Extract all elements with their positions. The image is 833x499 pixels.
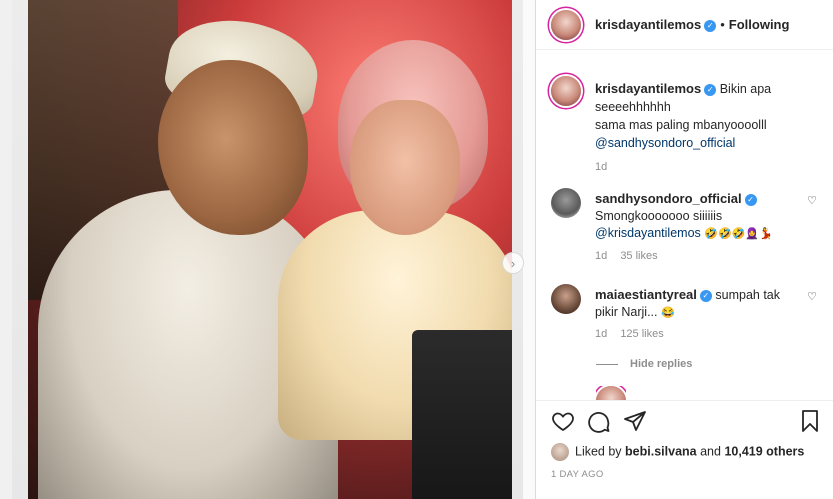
commenter-avatar[interactable]: [551, 284, 581, 314]
comment-mention-link[interactable]: @krisdayantilemos: [595, 226, 701, 240]
chevron-right-icon: ›: [510, 255, 516, 271]
post-header: krisdayantilemos ✓ • Following: [536, 0, 833, 50]
comment-body: Smongkooooooo siiiiiis: [595, 209, 723, 223]
photo-laptop: [412, 330, 512, 499]
comment-emojis: 😂: [661, 307, 675, 319]
hide-replies-label: Hide replies: [630, 358, 693, 370]
author-username-link[interactable]: krisdayantilemos: [595, 17, 701, 32]
share-icon[interactable]: [623, 409, 647, 433]
comment-emojis: 🤣🤣🤣🧕💃: [704, 228, 773, 240]
likes-prefix: Liked by: [575, 444, 622, 459]
comment-icon[interactable]: [587, 409, 611, 433]
caption-line-1: Bikin apa: [719, 82, 772, 96]
comment-meta: 1d 125 likes: [595, 328, 664, 340]
caption-line-3: sama mas paling mbanyoooolll: [595, 118, 767, 132]
replies-divider-line: [596, 363, 618, 365]
verified-badge-icon: ✓: [744, 193, 757, 206]
comment-text: maiaestiantyreal ✓ sumpah tak pikir Narji…: [595, 286, 795, 322]
post-action-bar: [536, 400, 833, 441]
photo-frame: [28, 0, 512, 499]
next-photo-button[interactable]: ›: [502, 252, 524, 274]
photo-woman-face: [350, 100, 460, 235]
posted-timestamp[interactable]: 1 DAY AGO: [551, 469, 604, 480]
reply-avatar-partial[interactable]: [596, 386, 626, 400]
hide-replies-button[interactable]: Hide replies: [596, 358, 692, 370]
liker-username-link[interactable]: bebi.silvana: [625, 444, 697, 458]
page-left-edge: [0, 0, 12, 499]
verified-badge-icon: ✓: [704, 83, 717, 96]
caption-age: 1d: [595, 161, 608, 173]
comment-meta: 1d 35 likes: [595, 250, 658, 262]
caption-mention-link[interactable]: @sandhysondoro_official: [595, 136, 735, 150]
verified-badge-icon: ✓: [704, 19, 717, 32]
header-separator: •: [720, 17, 725, 32]
commenter-username-link[interactable]: maiaestiantyreal: [595, 287, 697, 302]
comment-age: 1d: [595, 328, 608, 340]
likes-summary: Liked by bebi.silvana and 10,419 others: [551, 443, 804, 461]
following-button[interactable]: Following: [729, 17, 790, 32]
heart-icon[interactable]: [551, 409, 575, 433]
liker-avatar[interactable]: [551, 443, 569, 461]
header-author-line: krisdayantilemos ✓ • Following: [595, 17, 789, 32]
commenter-avatar[interactable]: [551, 188, 581, 218]
commenter-username-link[interactable]: sandhysondoro_official: [595, 191, 742, 206]
caption-author-avatar[interactable]: [551, 76, 581, 106]
caption-text: krisdayantilemos ✓ Bikin apa seeeehhhhhh …: [595, 80, 821, 176]
comment-like-heart-icon[interactable]: ♡: [807, 194, 817, 207]
bookmark-icon[interactable]: [798, 409, 822, 433]
post-side-panel: krisdayantilemos ✓ • Following krisdayantil…: [535, 0, 833, 499]
comment-likes-link[interactable]: 35 likes: [620, 250, 657, 262]
caption-author-link[interactable]: krisdayantilemos: [595, 81, 701, 96]
author-avatar[interactable]: [551, 10, 581, 40]
likes-count-link[interactable]: 10,419 others: [724, 444, 804, 458]
comment-like-heart-icon[interactable]: ♡: [807, 290, 817, 303]
likes-connector: and: [700, 444, 721, 459]
comment-text: sandhysondoro_official ✓ Smongkooooooo si…: [595, 190, 795, 243]
caption-line-2: seeeehhhhhh: [595, 100, 671, 114]
post-photo[interactable]: [12, 0, 523, 499]
comment-likes-link[interactable]: 125 likes: [620, 328, 663, 340]
comment-age: 1d: [595, 250, 608, 262]
verified-badge-icon: ✓: [699, 289, 712, 302]
